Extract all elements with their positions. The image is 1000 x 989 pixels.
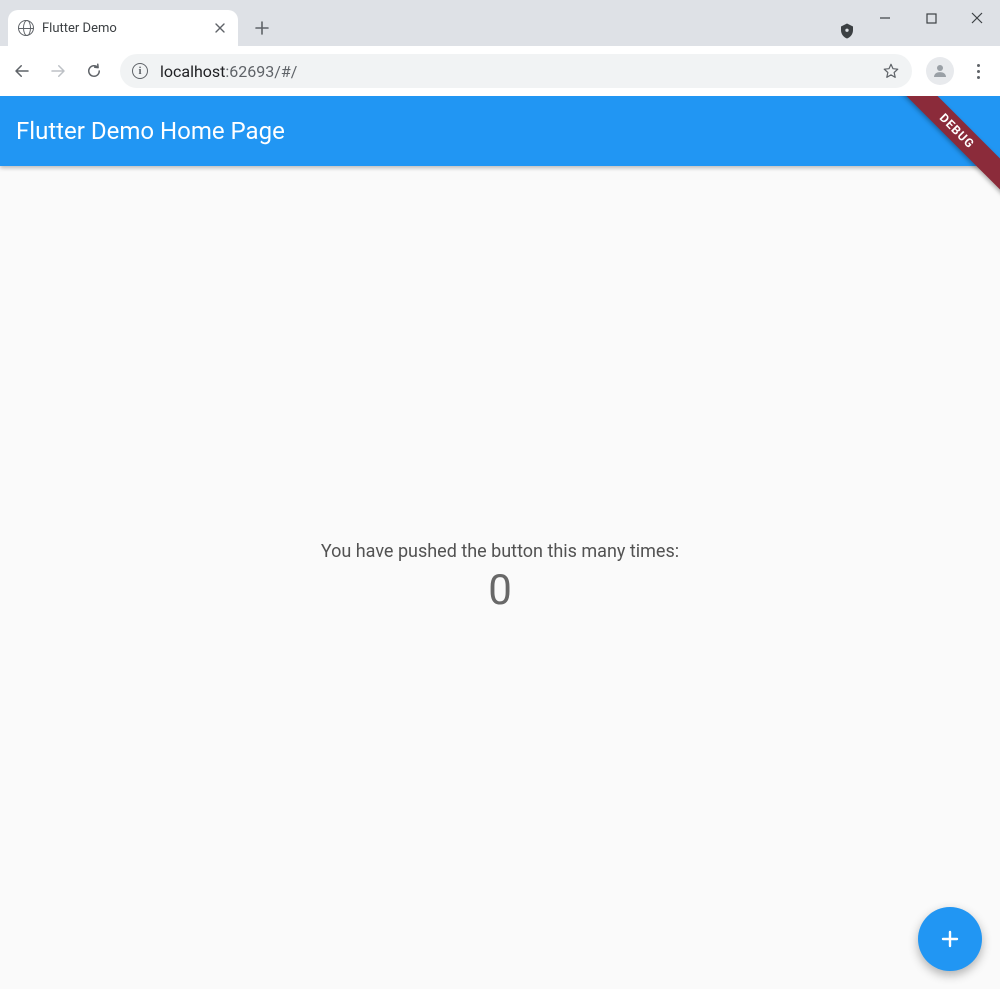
close-tab-button[interactable] [212,20,228,36]
profile-avatar-button[interactable] [926,57,954,85]
counter-value: 0 [488,566,512,615]
bookmark-star-icon[interactable] [882,62,900,80]
new-tab-button[interactable] [248,14,276,42]
extension-shield-icon[interactable] [838,22,856,40]
browser-tab[interactable]: Flutter Demo [8,10,238,46]
forward-button[interactable] [42,55,74,87]
window-maximize-button[interactable] [908,0,954,36]
url-path: /#/ [274,62,297,81]
url-port: :62693 [225,62,274,81]
counter-label: You have pushed the button this many tim… [321,541,679,562]
browser-menu-button[interactable] [962,55,994,87]
back-button[interactable] [6,55,38,87]
increment-fab[interactable] [918,907,982,971]
window-controls [862,0,1000,36]
site-info-icon[interactable]: i [132,63,148,79]
window-minimize-button[interactable] [862,0,908,36]
browser-titlebar: Flutter Demo [0,0,1000,46]
address-bar[interactable]: i localhost:62693/#/ [120,54,912,88]
add-icon [938,927,962,951]
app-body: You have pushed the button this many tim… [0,166,1000,989]
app-bar: Flutter Demo Home Page [0,96,1000,166]
globe-icon [18,20,34,36]
browser-toolbar: i localhost:62693/#/ [0,46,1000,96]
reload-button[interactable] [78,55,110,87]
app-bar-title: Flutter Demo Home Page [16,117,285,145]
window-close-button[interactable] [954,0,1000,36]
app-viewport: Flutter Demo Home Page DEBUG You have pu… [0,96,1000,989]
url-host: localhost [160,62,225,81]
tab-title: Flutter Demo [42,21,212,36]
